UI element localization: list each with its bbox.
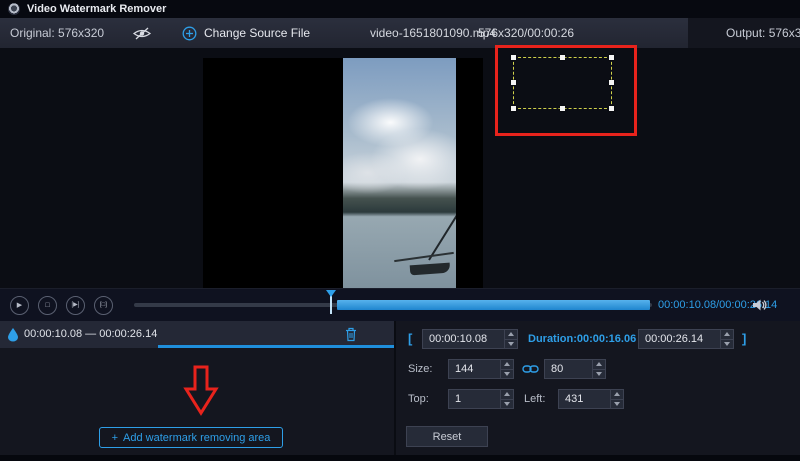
set-start-bracket-button[interactable]: [	[408, 329, 412, 349]
top-stepper[interactable]: 1	[448, 389, 514, 409]
watermark-marker-icon	[7, 327, 19, 342]
size-height-value[interactable]: 80	[545, 360, 592, 378]
start-time-spin-up-button[interactable]	[505, 330, 517, 340]
segment-progress-bar	[158, 345, 394, 348]
playhead-marker[interactable]	[326, 290, 336, 297]
size-label: Size:	[408, 359, 432, 379]
size-height-spin-down-button[interactable]	[593, 370, 605, 379]
source-dimensions-duration: 576x320/00:00:26	[478, 18, 574, 48]
end-time-spin-up-button[interactable]	[721, 330, 733, 340]
segment-play-button[interactable]: [▶]	[66, 296, 85, 315]
boat-mast	[428, 149, 456, 260]
left-spin-down-button[interactable]	[611, 400, 623, 409]
volume-icon[interactable]	[752, 298, 768, 312]
segment-list-item[interactable]: 00:00:10.08 — 00:00:26.14	[0, 321, 394, 348]
watermark-selection-box[interactable]	[513, 57, 612, 109]
size-height-spin-up-button[interactable]	[593, 360, 605, 370]
selection-handle-top-right[interactable]	[609, 55, 614, 60]
bottom-panels: 00:00:10.08 — 00:00:26.14 + Add watermar…	[0, 321, 800, 455]
properties-panel: [ 00:00:10.08 Duration:00:00:16.06 00:00…	[396, 321, 800, 455]
plus-circle-icon	[182, 26, 197, 41]
top-label: Top:	[408, 389, 429, 409]
size-width-spin-up-button[interactable]	[501, 360, 513, 370]
video-preview-area	[0, 48, 800, 288]
video-frame	[203, 58, 483, 288]
size-width-spin-down-button[interactable]	[501, 370, 513, 379]
timeline-segment-fill[interactable]	[337, 300, 650, 310]
original-resolution-label: Original: 576x320	[10, 18, 104, 48]
selection-handle-bottom-left[interactable]	[511, 106, 516, 111]
playback-bar: ▶ □ [▶] [□] 00:00:10.08/00:00:26.14	[0, 288, 800, 321]
header-bar: Original: 576x320 Change Source File vid…	[0, 18, 800, 48]
start-time-spin-down-button[interactable]	[505, 340, 517, 349]
top-spin-up-button[interactable]	[501, 390, 513, 400]
reset-button[interactable]: Reset	[406, 426, 488, 447]
selection-handle-bottom-right[interactable]	[609, 106, 614, 111]
segment-frame-button[interactable]: [□]	[94, 296, 113, 315]
segments-panel: 00:00:10.08 — 00:00:26.14 + Add watermar…	[0, 321, 394, 455]
segment-time-range: 00:00:10.08 — 00:00:26.14	[24, 328, 157, 340]
selection-handle-top-middle[interactable]	[560, 55, 565, 60]
left-label: Left:	[524, 389, 545, 409]
selection-handle-middle-left[interactable]	[511, 80, 516, 85]
end-time-stepper[interactable]: 00:00:26.14	[638, 329, 734, 349]
boat-outrigger	[394, 252, 454, 262]
output-resolution-label: Output: 576x320	[726, 18, 800, 48]
change-source-file-button[interactable]: Change Source File	[182, 18, 310, 48]
app-logo-icon	[8, 3, 20, 15]
stop-button[interactable]: □	[38, 296, 57, 315]
plus-icon: +	[112, 432, 118, 444]
end-time-value[interactable]: 00:00:26.14	[639, 330, 720, 348]
left-stepper[interactable]: 431	[558, 389, 624, 409]
left-value[interactable]: 431	[559, 390, 610, 408]
trash-icon[interactable]	[345, 327, 357, 342]
video-image	[343, 58, 456, 288]
start-time-value[interactable]: 00:00:10.08	[423, 330, 504, 348]
bottom-strip	[0, 455, 800, 461]
annotation-red-arrow	[182, 365, 220, 417]
top-spin-down-button[interactable]	[501, 400, 513, 409]
left-spin-up-button[interactable]	[611, 390, 623, 400]
start-time-stepper[interactable]: 00:00:10.08	[422, 329, 518, 349]
size-height-stepper[interactable]: 80	[544, 359, 606, 379]
app-title: Video Watermark Remover	[27, 3, 166, 15]
title-bar: Video Watermark Remover	[0, 0, 800, 18]
selection-handle-bottom-middle[interactable]	[560, 106, 565, 111]
video-watermark-remover-window: Video Watermark Remover Original: 576x32…	[0, 0, 800, 461]
set-end-bracket-button[interactable]: ]	[742, 329, 746, 349]
end-time-spin-down-button[interactable]	[721, 340, 733, 349]
top-value[interactable]: 1	[449, 390, 500, 408]
play-button[interactable]: ▶	[10, 296, 29, 315]
change-source-file-label: Change Source File	[204, 26, 310, 40]
add-watermark-area-label: Add watermark removing area	[123, 432, 270, 444]
selection-handle-middle-right[interactable]	[609, 80, 614, 85]
size-width-stepper[interactable]: 144	[448, 359, 514, 379]
size-width-value[interactable]: 144	[449, 360, 500, 378]
link-aspect-icon[interactable]	[522, 363, 539, 375]
add-watermark-area-button[interactable]: + Add watermark removing area	[99, 427, 283, 448]
boat-hull	[410, 263, 451, 276]
selection-handle-top-left[interactable]	[511, 55, 516, 60]
eye-off-icon[interactable]	[133, 27, 151, 40]
duration-label: Duration:00:00:16.06	[528, 329, 636, 349]
